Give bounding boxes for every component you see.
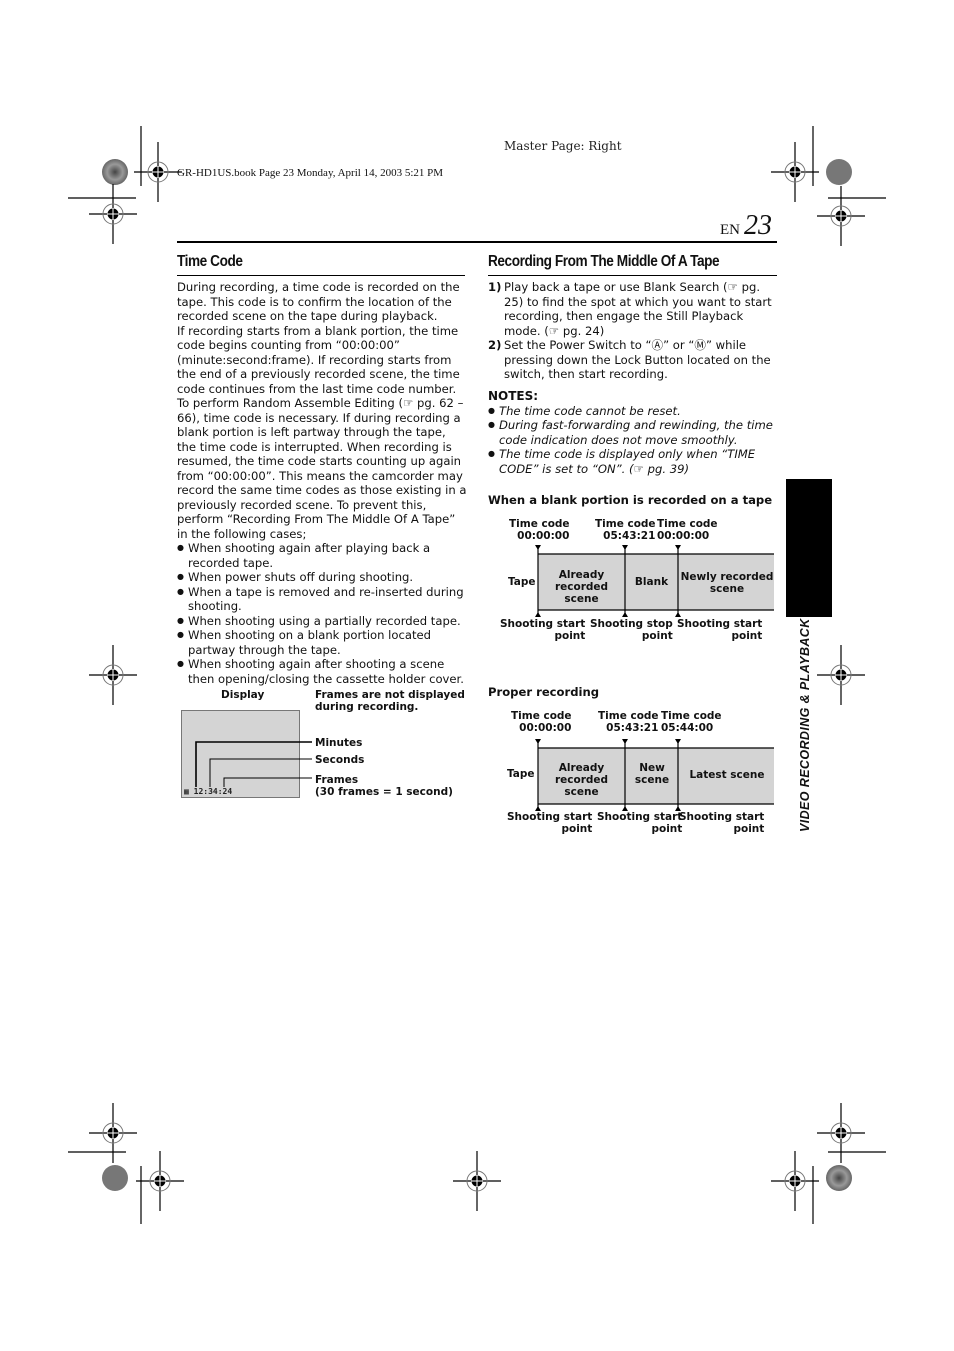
tape-segment: Latest scene	[689, 769, 765, 781]
tape-bar	[535, 739, 774, 811]
shooting-point-label: Shooting start point	[507, 811, 593, 835]
tape-segment: Already recorded scene	[554, 762, 609, 798]
tape-segment: New scene	[634, 762, 670, 786]
shooting-point-label: Shooting start point	[597, 811, 683, 835]
shooting-point-label: Shooting start point	[679, 811, 765, 835]
